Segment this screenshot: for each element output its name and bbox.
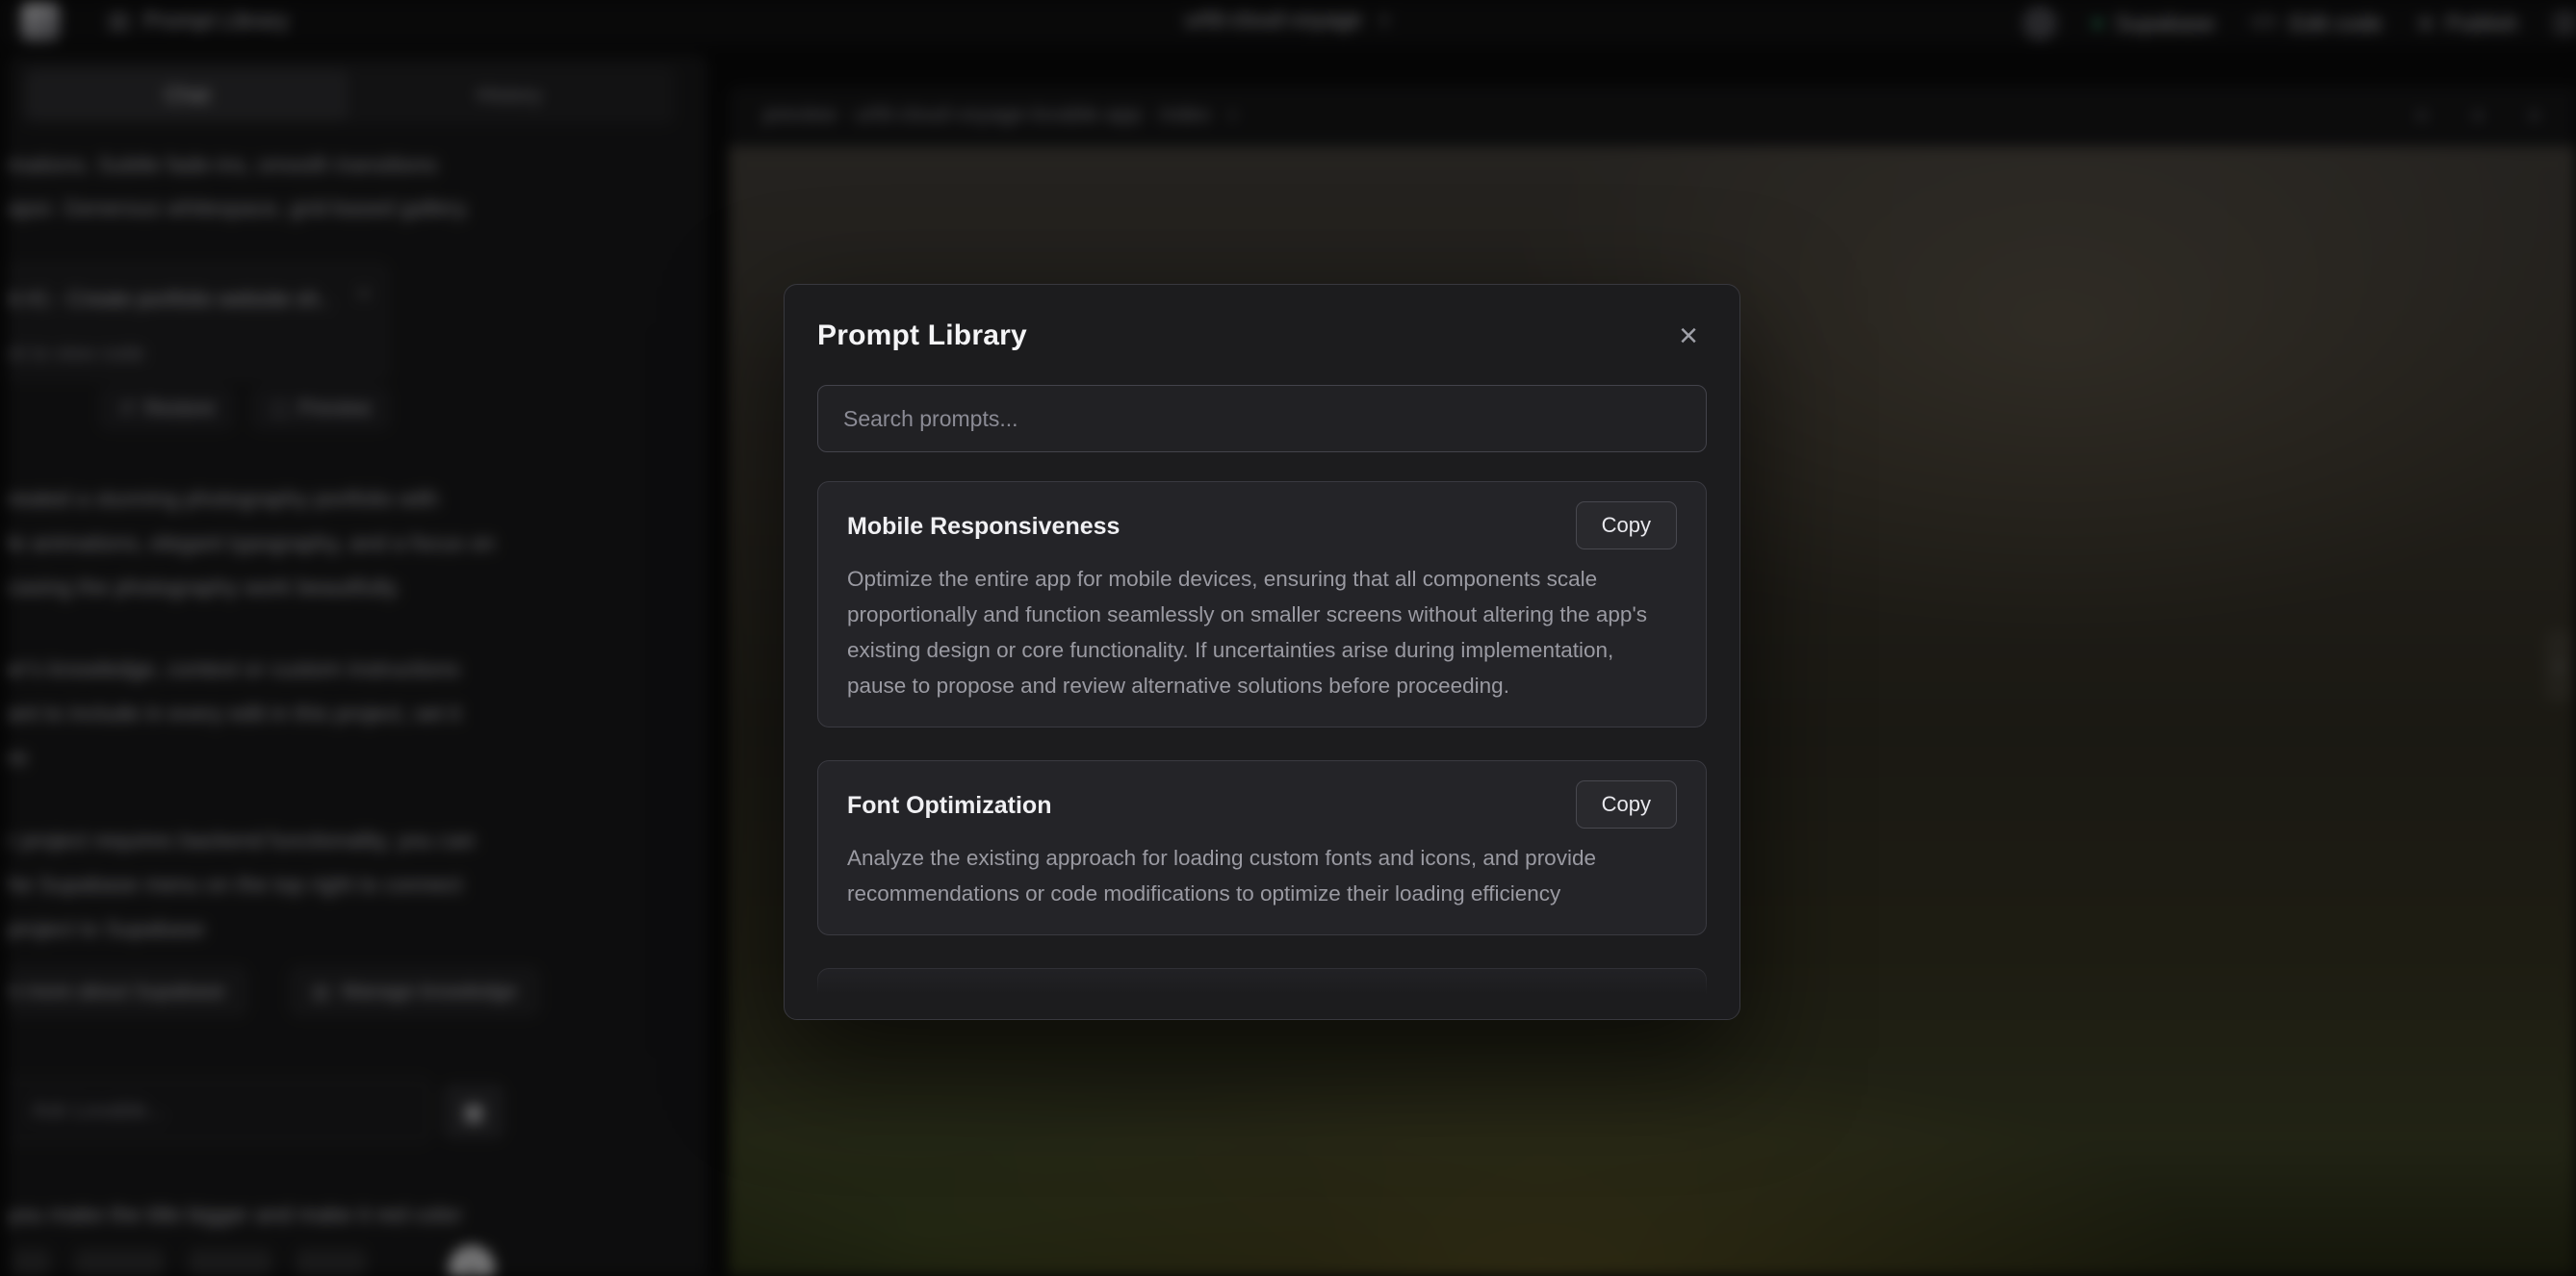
close-icon[interactable]: × [1670,318,1707,354]
modal-title: Prompt Library [817,319,1027,352]
prompt-description: Analyze the existing approach for loadin… [847,840,1677,911]
prompt-card-header: Mobile Responsiveness Copy [847,501,1677,549]
prompt-list: Mobile Responsiveness Copy Optimize the … [817,481,1707,999]
search-input[interactable] [817,385,1707,452]
prompt-library-modal: Prompt Library × Mobile Responsiveness C… [784,284,1740,1020]
prompt-card-header: Font Optimization Copy [847,780,1677,829]
prompt-card: Mobile Responsiveness Copy Optimize the … [817,481,1707,727]
prompt-title: Mobile Responsiveness [847,501,1120,541]
copy-button[interactable]: Copy [1576,501,1677,549]
app-screen: ▤ Prompt Library urfd-cloud-voyage ∨ ● S… [0,0,2576,1276]
prompt-title: Font Optimization [847,780,1051,820]
prompt-card: Font Optimization Copy Analyze the exist… [817,760,1707,935]
prompt-description: Optimize the entire app for mobile devic… [847,561,1677,703]
copy-button[interactable]: Copy [1576,780,1677,829]
prompt-card-partial [817,968,1707,999]
modal-header: Prompt Library × [817,318,1707,354]
